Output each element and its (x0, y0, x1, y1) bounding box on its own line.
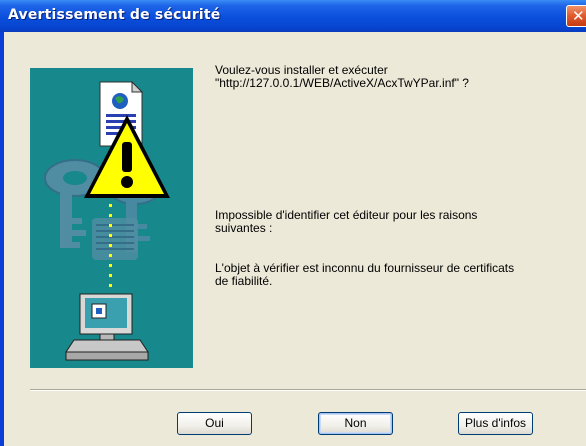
install-question: Voulez-vous installer et exécuter "http:… (215, 64, 580, 90)
security-illustration (30, 68, 193, 368)
control-url: "http://127.0.0.1/WEB/ActiveX/AcxTwYPar.… (215, 76, 469, 90)
publisher-text-2: suivantes : (215, 221, 273, 235)
window-title: Avertissement de sécurité (8, 7, 221, 23)
publisher-warning: Impossible d'identifier cet éditeur pour… (215, 209, 580, 235)
dialog-body: Voulez-vous installer et exécuter "http:… (4, 32, 586, 446)
reason-text: L'objet à vérifier est inconnu du fourni… (215, 262, 575, 288)
dialog-window: Avertissement de sécurité ✕ Voulez-vous … (0, 0, 586, 446)
title-bar[interactable]: Avertissement de sécurité ✕ (0, 0, 586, 32)
computer-icon (65, 293, 149, 361)
yes-button[interactable]: Oui (177, 412, 252, 435)
close-button[interactable]: ✕ (566, 5, 586, 27)
warning-icon (84, 115, 170, 198)
more-info-button[interactable]: Plus d'infos (458, 412, 533, 435)
close-icon: ✕ (572, 7, 585, 25)
reason-text-2: de fiabilité. (215, 274, 273, 288)
separator (30, 389, 586, 391)
no-button[interactable]: Non (318, 412, 393, 435)
